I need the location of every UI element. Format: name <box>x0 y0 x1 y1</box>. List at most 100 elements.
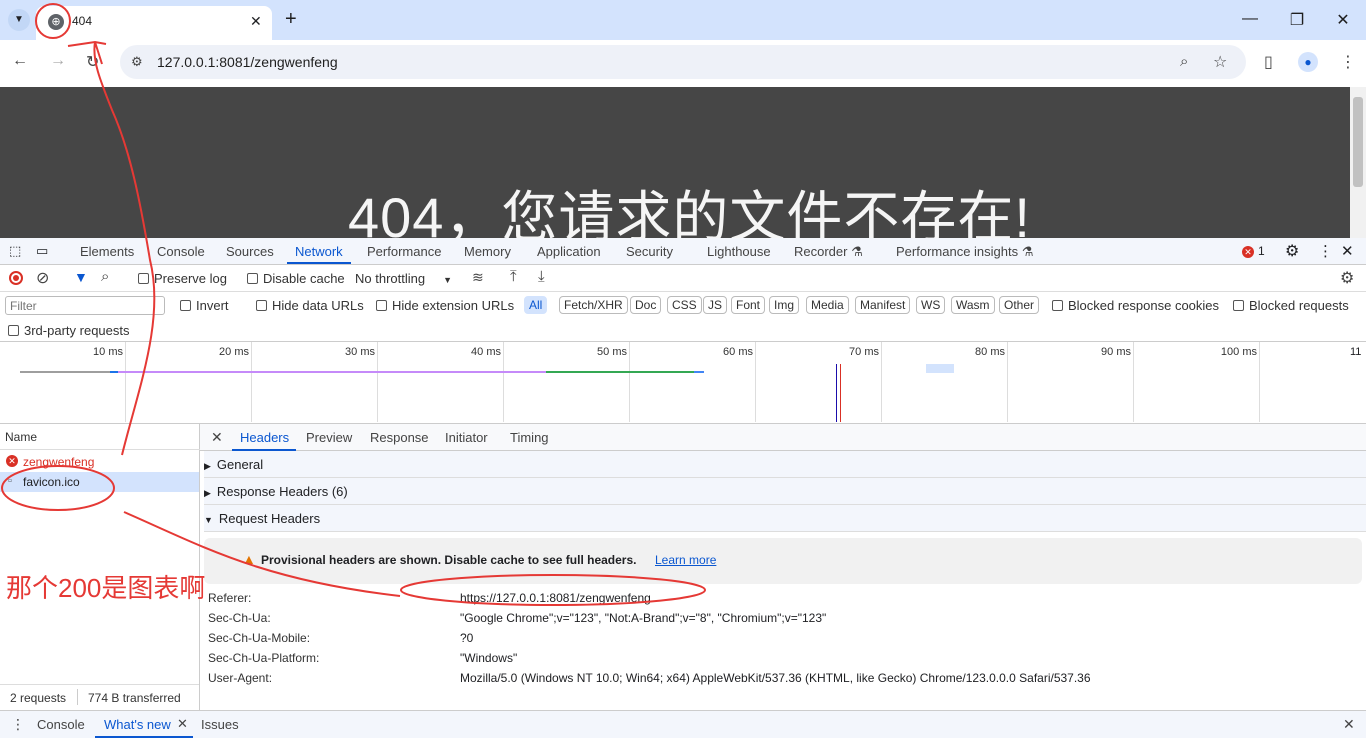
search-icon[interactable]: ⌕ <box>101 268 109 285</box>
devtools-menu-icon[interactable]: ⋮ <box>1318 242 1333 260</box>
detail-close-icon[interactable]: ✕ <box>211 429 223 446</box>
invert-checkbox[interactable]: Invert <box>180 298 229 313</box>
filter-type-js[interactable]: JS <box>703 296 728 314</box>
import-har-icon[interactable]: ⤒ <box>510 268 517 285</box>
filter-input[interactable] <box>5 296 165 315</box>
network-settings-icon[interactable]: ⚙ <box>1340 268 1354 288</box>
tab-security[interactable]: Security <box>626 244 673 259</box>
learn-more-link[interactable]: Learn more <box>655 553 716 567</box>
tab-elements[interactable]: Elements <box>80 244 134 259</box>
timeline-overview[interactable]: 10 ms 20 ms 30 ms 40 ms 50 ms 60 ms 70 m… <box>0 342 1366 424</box>
clear-icon[interactable]: ⊘ <box>36 268 49 288</box>
menu-kebab-icon[interactable]: ⋮ <box>1340 52 1356 72</box>
zoom-icon[interactable]: ⌕ <box>1180 53 1188 70</box>
tab-preview[interactable]: Preview <box>306 430 352 445</box>
tab-timing[interactable]: Timing <box>510 430 549 445</box>
network-conditions-icon[interactable]: ≋ <box>472 269 484 286</box>
timeline-gridline <box>1259 342 1260 422</box>
filter-type-ws[interactable]: WS <box>916 296 946 314</box>
address-bar[interactable]: ⚙ 127.0.0.1:8081/zengwenfeng ⌕ ☆ <box>120 45 1246 79</box>
tab-recorder[interactable]: Recorder ⚗ <box>794 244 863 260</box>
drawer-tab-console[interactable]: Console <box>37 717 85 732</box>
disable-cache-checkbox[interactable]: Disable cache <box>247 271 345 286</box>
tab-performance-insights[interactable]: Performance insights ⚗ <box>896 244 1033 260</box>
tab-console[interactable]: Console <box>157 244 205 259</box>
drawer-tab-whats-new[interactable]: What's new <box>104 717 171 732</box>
hide-extension-urls-label: Hide extension URLs <box>392 298 515 313</box>
filter-type-other[interactable]: Other <box>999 296 1040 314</box>
error-icon[interactable]: ✕ <box>1242 246 1254 258</box>
timeline-gridline <box>755 342 756 422</box>
dom-content-loaded-marker <box>836 364 837 422</box>
tab-headers[interactable]: Headers <box>240 430 289 445</box>
page-scrollbar[interactable] <box>1350 87 1366 238</box>
timeline-tick-label: 60 ms <box>723 346 753 358</box>
profile-avatar[interactable]: ● <box>1298 52 1318 72</box>
devtools-drawer: ⋮ Console What's new ✕ Issues ✕ <box>0 710 1366 738</box>
scroll-thumb[interactable] <box>1353 97 1363 187</box>
window-close-button[interactable]: ✕ <box>1333 10 1353 30</box>
hide-data-urls-checkbox[interactable]: Hide data URLs <box>256 298 364 313</box>
bookmark-star-icon[interactable]: ☆ <box>1213 52 1227 72</box>
request-row-favicon[interactable]: ▫ favicon.ico <box>0 472 199 492</box>
header-row: Sec-Ch-Ua-Mobile: ?0 <box>200 631 1366 651</box>
hide-extension-urls-checkbox[interactable]: Hide extension URLs <box>376 298 514 313</box>
tab-sources[interactable]: Sources <box>226 244 274 259</box>
tab-response[interactable]: Response <box>370 430 429 445</box>
side-panel-icon[interactable]: ▯ <box>1264 52 1273 72</box>
filter-type-all[interactable]: All <box>524 296 548 314</box>
device-toggle-icon[interactable]: ▭ <box>36 243 48 259</box>
name-column-header[interactable]: Name <box>5 430 37 444</box>
reload-icon[interactable]: ↻ <box>86 52 99 72</box>
browser-tab[interactable]: ⊕ 404 ✕ <box>36 6 272 40</box>
record-stop-icon[interactable] <box>9 271 23 285</box>
filter-type-wasm[interactable]: Wasm <box>951 296 995 314</box>
preserve-log-checkbox[interactable]: Preserve log <box>138 271 227 286</box>
tab-memory[interactable]: Memory <box>464 244 511 259</box>
status-summary: 2 requests 774 B transferred <box>0 684 199 710</box>
drawer-close-icon[interactable]: ✕ <box>1343 716 1355 733</box>
filter-type-css[interactable]: CSS <box>667 296 702 314</box>
header-key: Sec-Ch-Ua-Platform: <box>208 651 320 665</box>
tab-application[interactable]: Application <box>537 244 601 259</box>
tab-initiator[interactable]: Initiator <box>445 430 488 445</box>
filter-type-media[interactable]: Media <box>806 296 849 314</box>
section-response-headers[interactable]: ▶ Response Headers (6) <box>204 478 1366 505</box>
header-key: User-Agent: <box>208 671 273 685</box>
request-row-zengwenfeng[interactable]: ✕ zengwenfeng <box>0 452 199 472</box>
blocked-cookies-checkbox[interactable]: Blocked response cookies <box>1052 298 1219 313</box>
devtools-close-icon[interactable]: ✕ <box>1341 242 1354 260</box>
filter-funnel-icon[interactable]: ▼ <box>74 269 88 285</box>
tab-close-icon[interactable]: ✕ <box>250 13 262 30</box>
forward-icon[interactable]: → <box>50 52 66 70</box>
filter-type-manifest[interactable]: Manifest <box>855 296 911 314</box>
error-status-icon: ✕ <box>6 455 18 467</box>
third-party-checkbox[interactable]: 3rd-party requests <box>8 323 130 338</box>
new-tab-button[interactable]: + <box>285 8 297 31</box>
drawer-tab-issues[interactable]: Issues <box>201 717 239 732</box>
throttling-select[interactable]: No throttling ▼ <box>355 271 452 286</box>
section-request-headers[interactable]: ▼ Request Headers <box>204 505 1366 532</box>
settings-gear-icon[interactable]: ⚙ <box>1285 241 1299 261</box>
site-info-icon[interactable]: ⚙ <box>131 54 143 70</box>
inspect-icon[interactable]: ⬚ <box>9 243 21 259</box>
section-general[interactable]: ▶ General <box>204 451 1366 478</box>
url-text: 127.0.0.1:8081/zengwenfeng <box>157 54 338 70</box>
tab-lighthouse[interactable]: Lighthouse <box>707 244 771 259</box>
error-count[interactable]: 1 <box>1258 244 1265 258</box>
filter-type-fetch-xhr[interactable]: Fetch/XHR <box>559 296 628 314</box>
back-icon[interactable]: ← <box>12 52 28 70</box>
filter-type-img[interactable]: Img <box>769 296 800 314</box>
minimize-button[interactable]: — <box>1240 10 1260 28</box>
tab-search-button[interactable]: ▼ <box>8 9 30 31</box>
restore-button[interactable]: ❐ <box>1287 10 1307 30</box>
tab-network[interactable]: Network <box>295 244 343 259</box>
export-har-icon[interactable]: ⤓ <box>538 268 545 285</box>
drawer-tab-close-icon[interactable]: ✕ <box>177 716 188 732</box>
timeline-gridline <box>629 342 630 422</box>
blocked-requests-checkbox[interactable]: Blocked requests <box>1233 298 1349 313</box>
tab-performance[interactable]: Performance <box>367 244 441 259</box>
filter-type-doc[interactable]: Doc <box>630 296 662 314</box>
drawer-menu-icon[interactable]: ⋮ <box>11 716 25 733</box>
filter-type-font[interactable]: Font <box>731 296 766 314</box>
